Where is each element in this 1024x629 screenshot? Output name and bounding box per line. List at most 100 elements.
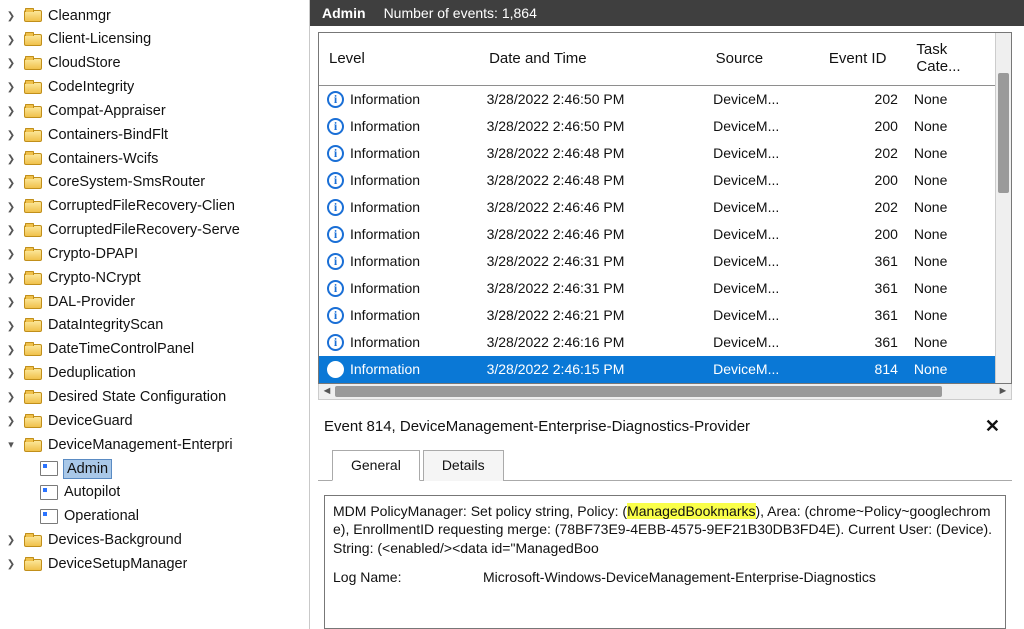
tree-item[interactable]: Autopilot [4,481,309,505]
chevron-right-icon[interactable] [4,223,18,237]
tree-item[interactable]: Operational [4,505,309,529]
tree-item-label: CodeIntegrity [48,78,134,97]
events-grid: Level Date and Time Source Event ID Task… [318,32,1012,384]
col-header-source[interactable]: Source [705,33,818,86]
level-label: Information [350,361,420,377]
chevron-right-icon[interactable] [4,200,18,214]
col-header-date[interactable]: Date and Time [479,33,706,86]
col-header-task-cat[interactable]: Task Cate... [906,33,995,86]
events-vscrollbar[interactable] [995,33,1011,383]
tree-item[interactable]: Crypto-DPAPI [4,242,309,266]
tree-item[interactable]: Crypto-NCrypt [4,266,309,290]
right-pane: Admin Number of events: 1,864 Level Date… [310,0,1024,629]
events-table[interactable]: Level Date and Time Source Event ID Task… [319,33,995,383]
chevron-right-icon[interactable] [4,557,18,571]
tree-item[interactable]: DateTimeControlPanel [4,338,309,362]
tree-item[interactable]: CloudStore [4,52,309,76]
cell-source: DeviceM... [705,356,818,383]
tree-item[interactable]: DataIntegrityScan [4,314,309,338]
cell-source: DeviceM... [705,140,818,167]
chevron-right-icon[interactable] [4,80,18,94]
information-icon: i [327,145,344,162]
chevron-right-icon[interactable] [4,343,18,357]
table-row[interactable]: iInformation3/28/2022 2:46:31 PMDeviceM.… [319,275,995,302]
table-row[interactable]: iInformation3/28/2022 2:46:50 PMDeviceM.… [319,113,995,140]
tree-pane[interactable]: Cleanmgr Client-Licensing CloudStore CodeIn… [0,0,310,629]
tree-item[interactable]: Deduplication [4,362,309,386]
chevron-right-icon[interactable] [4,56,18,70]
hscroll-left-icon[interactable]: ◄ [319,385,335,397]
tree-item[interactable]: Compat-Appraiser [4,99,309,123]
cell-date: 3/28/2022 2:46:46 PM [479,194,706,221]
cell-date: 3/28/2022 2:46:48 PM [479,140,706,167]
chevron-right-icon[interactable] [4,176,18,190]
event-details-title: Event 814, DeviceManagement-Enterprise-D… [324,418,750,435]
chevron-down-icon[interactable] [4,438,18,452]
col-header-event-id[interactable]: Event ID [818,33,906,86]
cell-task-cat: None [906,194,995,221]
chevron-right-icon[interactable] [4,104,18,118]
chevron-right-icon[interactable] [4,366,18,380]
chevron-right-icon[interactable] [4,319,18,333]
chevron-right-icon[interactable] [4,414,18,428]
tree-item[interactable]: DeviceGuard [4,409,309,433]
tree-item[interactable]: Admin [4,457,309,481]
table-row[interactable]: i Information 3/28/2022 2:46:15 PMDeviceM.… [319,356,995,383]
chevron-right-icon[interactable] [4,33,18,47]
chevron-right-icon[interactable] [4,271,18,285]
hscroll-track[interactable] [335,384,995,399]
log-name-value: Microsoft-Windows-DeviceManagement-Enter… [483,568,876,587]
folder-icon [24,106,42,118]
cell-event-id: 202 [818,140,906,167]
tree-item[interactable]: Desired State Configuration [4,386,309,410]
tree-item-label: Client-Licensing [48,30,151,49]
tree-item[interactable]: CodeIntegrity [4,76,309,100]
tree-item[interactable]: DeviceManagement-Enterpri [4,433,309,457]
events-hscrollbar[interactable]: ◄ ► [318,384,1012,400]
tree-item[interactable]: DeviceSetupManager [4,552,309,576]
folder-icon [24,249,42,261]
table-row[interactable]: iInformation3/28/2022 2:46:48 PMDeviceM.… [319,140,995,167]
table-row[interactable]: iInformation3/28/2022 2:46:21 PMDeviceM.… [319,302,995,329]
tree-item[interactable]: Client-Licensing [4,28,309,52]
tree-item[interactable]: Cleanmgr [4,4,309,28]
table-row[interactable]: iInformation3/28/2022 2:46:16 PMDeviceM.… [319,329,995,356]
folder-icon [24,153,42,165]
table-row[interactable]: iInformation3/28/2022 2:46:50 PMDeviceM.… [319,86,995,113]
vscrollbar-thumb[interactable] [998,73,1009,193]
information-icon: i [327,361,344,378]
tree-item[interactable]: CorruptedFileRecovery-Clien [4,195,309,219]
hscroll-right-icon[interactable]: ► [995,385,1011,397]
folder-icon [24,82,42,94]
cell-date: 3/28/2022 2:46:46 PM [479,221,706,248]
chevron-right-icon[interactable] [4,390,18,404]
folder-icon [24,320,42,332]
tree-item[interactable]: DAL-Provider [4,290,309,314]
chevron-right-icon[interactable] [4,247,18,261]
tree-item[interactable]: Devices-Background [4,529,309,553]
col-header-level[interactable]: Level [319,33,479,86]
cell-date: 3/28/2022 2:46:15 PM [479,356,706,383]
tree-item[interactable]: CorruptedFileRecovery-Serve [4,219,309,243]
chevron-right-icon[interactable] [4,533,18,547]
tree-item[interactable]: Containers-BindFlt [4,123,309,147]
table-row[interactable]: iInformation3/28/2022 2:46:46 PMDeviceM.… [319,221,995,248]
chevron-right-icon[interactable] [4,152,18,166]
chevron-right-icon[interactable] [4,295,18,309]
tree-item[interactable]: Containers-Wcifs [4,147,309,171]
level-label: Information [350,91,420,107]
tab-details[interactable]: Details [423,450,504,481]
table-row[interactable]: iInformation3/28/2022 2:46:46 PMDeviceM.… [319,194,995,221]
information-icon: i [327,226,344,243]
cell-task-cat: None [906,356,995,383]
chevron-right-icon[interactable] [4,128,18,142]
chevron-right-icon[interactable] [4,9,18,23]
close-icon[interactable]: ✕ [981,416,1004,437]
table-row[interactable]: iInformation3/28/2022 2:46:48 PMDeviceM.… [319,167,995,194]
details-body: MDM PolicyManager: Set policy string, Po… [324,495,1006,629]
folder-icon [24,177,42,189]
hscrollbar-thumb[interactable] [335,386,942,397]
tab-general[interactable]: General [332,450,420,481]
table-row[interactable]: iInformation3/28/2022 2:46:31 PMDeviceM.… [319,248,995,275]
tree-item[interactable]: CoreSystem-SmsRouter [4,171,309,195]
